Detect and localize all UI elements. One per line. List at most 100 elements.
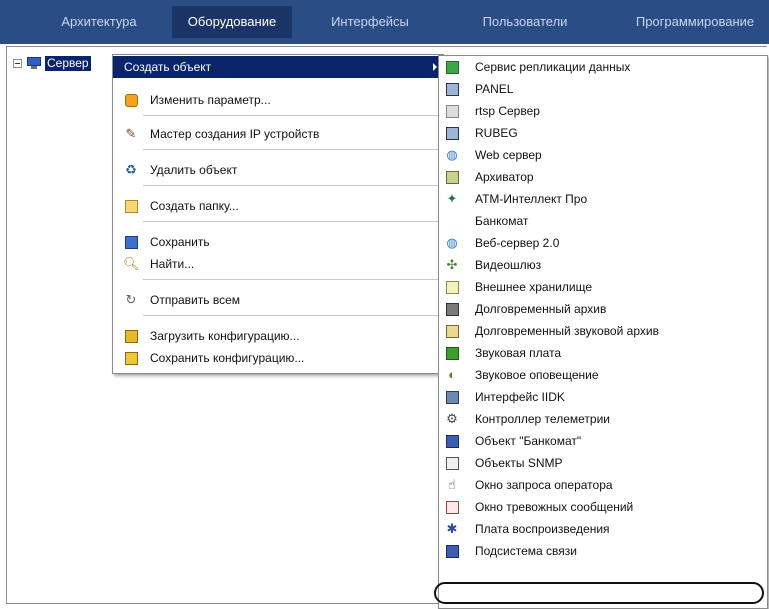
submenu-item-label: Подсистема связи bbox=[475, 544, 577, 558]
menu-separator bbox=[143, 115, 440, 117]
submenu-item[interactable]: rtsp Сервер bbox=[439, 100, 767, 122]
submenu-item-label: Плата воспроизведения bbox=[475, 522, 610, 536]
menu-separator bbox=[143, 221, 440, 223]
sound-card-icon bbox=[443, 344, 461, 362]
tab-programming[interactable]: Программирование bbox=[622, 6, 768, 38]
submenu-item-label: Долговременный архив bbox=[475, 302, 607, 316]
submenu-arrow-icon bbox=[433, 63, 437, 71]
menu-item-create-object[interactable]: Создать объект bbox=[113, 56, 443, 78]
submenu-item[interactable]: Банкомат bbox=[439, 210, 767, 232]
tab-architecture[interactable]: Архитектура bbox=[44, 6, 154, 38]
submenu-item[interactable]: Объекты SNMP bbox=[439, 452, 767, 474]
load-config-icon bbox=[123, 328, 139, 344]
submenu-item-label: Окно тревожных сообщений bbox=[475, 500, 634, 514]
menu-separator bbox=[143, 315, 440, 317]
edit-icon bbox=[123, 92, 139, 108]
video-gateway-icon: ✣ bbox=[446, 257, 458, 272]
atm-intellect-icon: ✦ bbox=[446, 191, 458, 206]
create-object-submenu: Сервис репликации данных PANEL rtsp Серв… bbox=[438, 55, 768, 609]
menu-item-send-all[interactable]: ↻ Отправить всем bbox=[113, 289, 443, 311]
long-term-archive-icon bbox=[443, 300, 461, 318]
menu-item-save[interactable]: Сохранить bbox=[113, 231, 443, 253]
monitor-icon bbox=[27, 57, 41, 69]
menu-item-ip-wizard[interactable]: ✎ Мастер создания IP устройств bbox=[113, 123, 443, 145]
telemetry-icon: ⚙ bbox=[446, 411, 458, 426]
save-icon bbox=[123, 234, 139, 250]
iidk-icon bbox=[443, 388, 461, 406]
menu-item-delete-object[interactable]: ♻ Удалить объект bbox=[113, 159, 443, 181]
menu-item-find[interactable]: 🔍︎ Найти... bbox=[113, 253, 443, 275]
tree-node-server[interactable]: Сервер bbox=[13, 55, 91, 71]
external-storage-icon bbox=[443, 278, 461, 296]
menu-separator bbox=[143, 279, 440, 281]
submenu-item[interactable]: Сервис репликации данных bbox=[439, 56, 767, 78]
tab-equipment[interactable]: Оборудование bbox=[172, 6, 292, 38]
rtsp-server-icon bbox=[443, 102, 461, 120]
submenu-item-label: АТМ-Интеллект Про bbox=[475, 192, 588, 206]
submenu-item-label: Интерфейс IIDK bbox=[475, 390, 565, 404]
submenu-item-label: Долговременный звуковой архив bbox=[475, 324, 659, 338]
tab-interfaces[interactable]: Интерфейсы bbox=[320, 6, 420, 38]
menu-item-label: Удалить объект bbox=[150, 163, 238, 177]
menu-item-label: Загрузить конфигурацию... bbox=[150, 329, 300, 343]
panel-icon bbox=[443, 80, 461, 98]
submenu-item[interactable]: Долговременный архив bbox=[439, 298, 767, 320]
submenu-item[interactable]: ✱ Плата воспроизведения bbox=[439, 518, 767, 540]
submenu-item-label: Объект "Банкомат" bbox=[475, 434, 582, 448]
new-folder-icon bbox=[123, 198, 139, 214]
menu-item-label: Сохранить конфигурацию... bbox=[150, 351, 305, 365]
submenu-item-label: Банкомат bbox=[475, 214, 529, 228]
submenu-item[interactable]: PANEL bbox=[439, 78, 767, 100]
submenu-item-label: Контроллер телеметрии bbox=[475, 412, 610, 426]
submenu-item-label: PANEL bbox=[475, 82, 514, 96]
submenu-item[interactable]: Архиватор bbox=[439, 166, 767, 188]
menu-item-label: Сохранить bbox=[150, 235, 210, 249]
menu-item-label: Найти... bbox=[150, 257, 195, 271]
submenu-item-label: Окно запроса оператора bbox=[475, 478, 613, 492]
submenu-item-label: Внешнее хранилище bbox=[475, 280, 593, 294]
submenu-item-label: RUBEG bbox=[475, 126, 518, 140]
submenu-item[interactable]: RUBEG bbox=[439, 122, 767, 144]
submenu-item[interactable]: Интерфейс IIDK bbox=[439, 386, 767, 408]
top-tab-bar: Архитектура Оборудование Интерфейсы Поль… bbox=[0, 0, 769, 44]
submenu-item-label: Видеошлюз bbox=[475, 258, 542, 272]
atm-object-icon bbox=[443, 432, 461, 450]
menu-item-load-config[interactable]: Загрузить конфигурацию... bbox=[113, 325, 443, 347]
submenu-item[interactable]: ⚙ Контроллер телеметрии bbox=[439, 408, 767, 430]
submenu-item[interactable]: ✦ АТМ-Интеллект Про bbox=[439, 188, 767, 210]
submenu-item[interactable]: ✣ Видеошлюз bbox=[439, 254, 767, 276]
tab-users[interactable]: Пользователи bbox=[470, 6, 580, 38]
wand-icon: ✎ bbox=[125, 126, 137, 141]
send-icon: ↻ bbox=[125, 292, 137, 307]
snmp-icon bbox=[443, 454, 461, 472]
delete-icon: ♻ bbox=[125, 162, 137, 177]
context-menu: Создать объект Изменить параметр... ✎ Ма… bbox=[112, 54, 444, 374]
submenu-item-label: rtsp Сервер bbox=[475, 104, 540, 118]
comm-subsystem-icon bbox=[443, 542, 461, 560]
menu-item-label: Мастер создания IP устройств bbox=[150, 127, 320, 141]
submenu-item-label: Сервис репликации данных bbox=[475, 60, 631, 74]
globe-icon: ◍ bbox=[446, 147, 458, 162]
archiver-icon bbox=[443, 168, 461, 186]
menu-item-edit-parameter[interactable]: Изменить параметр... bbox=[113, 89, 443, 111]
submenu-item[interactable]: ◍ Веб-сервер 2.0 bbox=[439, 232, 767, 254]
submenu-item[interactable]: Объект "Банкомат" bbox=[439, 430, 767, 452]
submenu-item[interactable]: ◍ Web сервер bbox=[439, 144, 767, 166]
submenu-item[interactable]: Внешнее хранилище bbox=[439, 276, 767, 298]
submenu-item[interactable]: Подсистема связи bbox=[439, 540, 767, 562]
replication-icon bbox=[443, 58, 461, 76]
menu-item-label: Отправить всем bbox=[150, 293, 240, 307]
rubeg-icon bbox=[443, 124, 461, 142]
submenu-item[interactable]: ☝ Окно запроса оператора bbox=[439, 474, 767, 496]
submenu-item[interactable]: Звуковая плата bbox=[439, 342, 767, 364]
menu-item-create-folder[interactable]: Создать папку... bbox=[113, 195, 443, 217]
submenu-item[interactable]: ◐ Звуковое оповещение bbox=[439, 364, 767, 386]
submenu-item[interactable]: Окно тревожных сообщений bbox=[439, 496, 767, 518]
collapse-icon[interactable] bbox=[13, 58, 22, 68]
save-config-icon bbox=[123, 350, 139, 366]
submenu-item-label: Web сервер bbox=[475, 148, 542, 162]
sound-alert-icon: ◐ bbox=[448, 367, 456, 382]
menu-item-save-config[interactable]: Сохранить конфигурацию... bbox=[113, 347, 443, 369]
submenu-item[interactable]: Долговременный звуковой архив bbox=[439, 320, 767, 342]
menu-item-label: Изменить параметр... bbox=[150, 93, 271, 107]
